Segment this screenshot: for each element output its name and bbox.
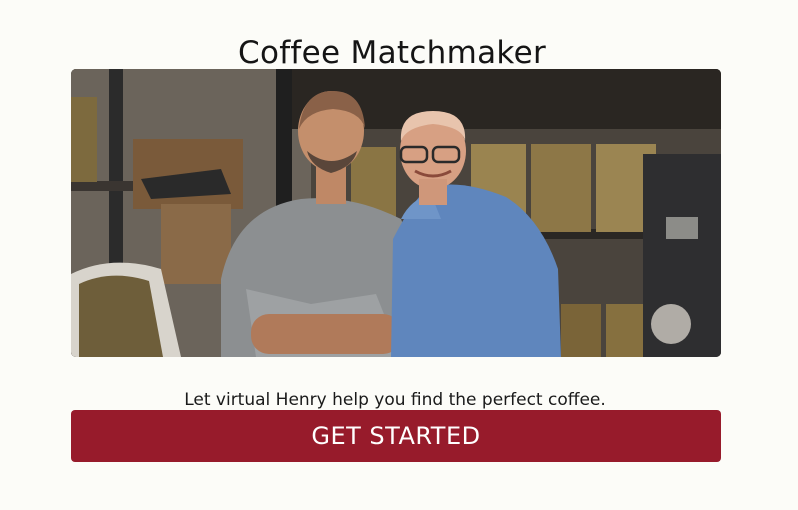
get-started-button[interactable]: GET STARTED: [71, 410, 721, 462]
page-title: Coffee Matchmaker: [238, 34, 546, 71]
hero-photo-illustration: [71, 69, 721, 357]
page-subtitle: Let virtual Henry help you find the perf…: [184, 390, 606, 410]
hero-photo: [71, 69, 721, 357]
